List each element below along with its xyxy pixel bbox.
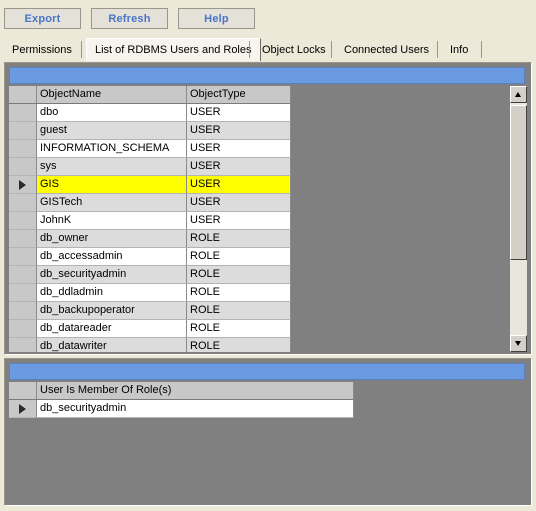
row-selector-cell[interactable]	[9, 212, 37, 230]
row-selector-cell[interactable]	[9, 320, 37, 338]
row-selector-cell[interactable]	[9, 104, 37, 122]
cell-objectname[interactable]: sys	[37, 158, 187, 176]
table-row[interactable]: GISTech USER	[9, 194, 525, 212]
row-selector-cell[interactable]	[9, 122, 37, 140]
table-row[interactable]: JohnK USER	[9, 212, 525, 230]
tab-permissions[interactable]: Permissions	[4, 40, 80, 60]
cell-objecttype[interactable]: USER	[187, 212, 291, 230]
tab-list-of-rdbms-users-and-roles[interactable]: List of RDBMS Users and Roles	[86, 38, 261, 61]
tab-separator	[437, 41, 438, 58]
row-selector-cell[interactable]	[9, 302, 37, 320]
cell-objectname[interactable]: db_datareader	[37, 320, 187, 338]
table-row[interactable]: guest USER	[9, 122, 525, 140]
cell-objectname[interactable]: db_datawriter	[37, 338, 187, 352]
cell-objecttype[interactable]: USER	[187, 140, 291, 158]
detail-caption-bar	[9, 363, 525, 380]
grid-header-row: ObjectName ObjectType	[9, 86, 525, 104]
application-window: Export Refresh Help Permissions List of …	[0, 0, 536, 511]
cell-objecttype[interactable]: USER	[187, 104, 291, 122]
tab-connected-users[interactable]: Connected Users	[336, 40, 437, 60]
cell-objectname[interactable]: db_ddladmin	[37, 284, 187, 302]
row-selector-cell[interactable]	[9, 338, 37, 352]
table-row[interactable]: db_ddladmin ROLE	[9, 284, 525, 302]
tab-strip: Permissions List of RDBMS Users and Role…	[4, 38, 532, 61]
cell-objecttype[interactable]: ROLE	[187, 230, 291, 248]
row-selector-cell[interactable]	[9, 176, 37, 194]
scroll-down-arrow-icon	[515, 341, 521, 346]
cell-objectname[interactable]: db_owner	[37, 230, 187, 248]
tab-info[interactable]: Info	[442, 40, 476, 60]
cell-objecttype[interactable]: ROLE	[187, 302, 291, 320]
users-roles-datagrid[interactable]: ObjectName ObjectType dbo USER guest USER IN…	[9, 86, 525, 352]
cell-objectname[interactable]: guest	[37, 122, 187, 140]
scroll-down-button[interactable]	[510, 335, 527, 352]
row-selector-cell[interactable]	[9, 230, 37, 248]
help-button[interactable]: Help	[178, 8, 255, 29]
cell-objectname[interactable]: JohnK	[37, 212, 187, 230]
grid-caption-bar	[9, 67, 525, 84]
table-row[interactable]: sys USER	[9, 158, 525, 176]
cell-objecttype[interactable]: USER	[187, 158, 291, 176]
tab-separator	[81, 41, 82, 58]
row-selector-cell[interactable]	[9, 158, 37, 176]
cell-objecttype[interactable]: ROLE	[187, 320, 291, 338]
refresh-button[interactable]: Refresh	[91, 8, 168, 29]
table-row[interactable]: db_securityadmin ROLE	[9, 266, 525, 284]
column-header-objectname[interactable]: ObjectName	[37, 86, 187, 104]
table-row[interactable]: db_backupoperator ROLE	[9, 302, 525, 320]
row-selector-header	[9, 86, 37, 104]
cell-objectname[interactable]: db_backupoperator	[37, 302, 187, 320]
member-of-roles-panel: User Is Member Of Role(s) db_securityadm…	[4, 358, 532, 506]
table-row[interactable]: db_accessadmin ROLE	[9, 248, 525, 266]
cell-objectname[interactable]: db_securityadmin	[37, 266, 187, 284]
column-header-objecttype[interactable]: ObjectType	[187, 86, 291, 104]
table-row[interactable]: INFORMATION_SCHEMA USER	[9, 140, 525, 158]
tab-separator	[249, 41, 250, 58]
cell-objectname[interactable]: GISTech	[37, 194, 187, 212]
table-row[interactable]: dbo USER	[9, 104, 525, 122]
cell-role-name[interactable]: db_securityadmin	[37, 400, 354, 418]
detail-row-selector-cell[interactable]	[9, 400, 37, 418]
cell-objecttype[interactable]: USER	[187, 194, 291, 212]
table-row[interactable]: GIS USER	[9, 176, 525, 194]
tab-separator	[331, 41, 332, 58]
detail-row-selector-header	[9, 382, 37, 400]
detail-grid-body: db_securityadmin	[9, 400, 525, 418]
row-selector-arrow-icon	[19, 404, 26, 414]
vertical-scrollbar[interactable]	[510, 86, 527, 352]
table-row[interactable]: db_datareader ROLE	[9, 320, 525, 338]
cell-objecttype[interactable]: ROLE	[187, 248, 291, 266]
cell-objectname[interactable]: INFORMATION_SCHEMA	[37, 140, 187, 158]
users-roles-panel: ObjectName ObjectType dbo USER guest USER IN…	[4, 62, 532, 355]
cell-objecttype[interactable]: ROLE	[187, 266, 291, 284]
cell-objecttype[interactable]: ROLE	[187, 284, 291, 302]
row-selector-cell[interactable]	[9, 248, 37, 266]
member-of-roles-datagrid[interactable]: User Is Member Of Role(s) db_securityadm…	[9, 382, 525, 503]
grid-body: dbo USER guest USER INFORMATION_SCHEMA USER sy…	[9, 104, 525, 352]
export-button[interactable]: Export	[4, 8, 81, 29]
cell-objecttype[interactable]: USER	[187, 176, 291, 194]
table-row[interactable]: db_datawriter ROLE	[9, 338, 525, 352]
scrollbar-track[interactable]	[510, 103, 527, 335]
tab-object-locks[interactable]: Object Locks	[254, 40, 334, 60]
row-selector-arrow-icon	[19, 180, 26, 190]
tab-separator	[481, 41, 482, 58]
cell-objecttype[interactable]: USER	[187, 122, 291, 140]
cell-objectname[interactable]: GIS	[37, 176, 187, 194]
detail-header-row: User Is Member Of Role(s)	[9, 382, 525, 400]
scrollbar-thumb[interactable]	[510, 105, 527, 260]
cell-objecttype[interactable]: ROLE	[187, 338, 291, 352]
cell-objectname[interactable]: db_accessadmin	[37, 248, 187, 266]
scroll-up-button[interactable]	[510, 86, 527, 103]
row-selector-cell[interactable]	[9, 140, 37, 158]
toolbar: Export Refresh Help	[0, 0, 536, 36]
row-selector-cell[interactable]	[9, 284, 37, 302]
table-row[interactable]: db_owner ROLE	[9, 230, 525, 248]
row-selector-cell[interactable]	[9, 194, 37, 212]
column-header-user-is-member-of-roles[interactable]: User Is Member Of Role(s)	[37, 382, 354, 400]
table-row[interactable]: db_securityadmin	[9, 400, 525, 418]
cell-objectname[interactable]: dbo	[37, 104, 187, 122]
scroll-up-arrow-icon	[515, 92, 521, 97]
row-selector-cell[interactable]	[9, 266, 37, 284]
